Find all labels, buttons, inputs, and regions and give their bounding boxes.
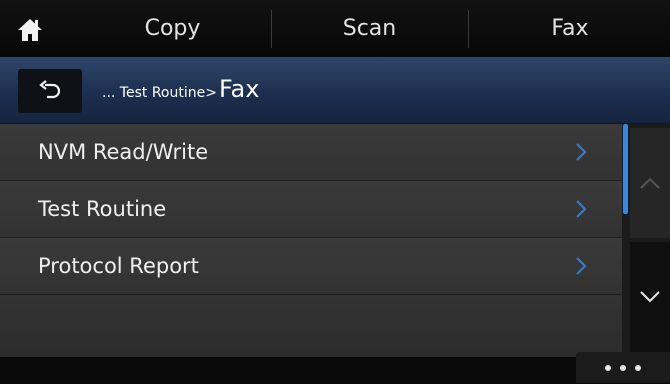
list-item-label: Protocol Report bbox=[38, 254, 199, 278]
menu-list: NVM Read/Write Test Routine Protocol Rep… bbox=[0, 124, 622, 356]
list-item-label: NVM Read/Write bbox=[38, 140, 209, 164]
top-tab-bar: Copy Scan Fax bbox=[0, 0, 670, 58]
scroll-down-button[interactable] bbox=[630, 242, 670, 352]
more-dots-icon bbox=[605, 364, 611, 371]
list-item-protocol-report[interactable]: Protocol Report bbox=[0, 238, 622, 295]
breadcrumb: ... Test Routine> Fax bbox=[102, 75, 259, 103]
back-arrow-icon bbox=[39, 80, 61, 99]
chevron-right-icon bbox=[576, 143, 587, 161]
bottom-bar bbox=[0, 356, 670, 384]
tab-copy[interactable]: Copy bbox=[75, 0, 270, 57]
page-title: Fax bbox=[218, 75, 260, 103]
device-screen: Copy Scan Fax ... Test Routine> Fax NVM … bbox=[0, 0, 670, 384]
chevron-down-icon bbox=[640, 291, 660, 303]
list-item-nvm-read-write[interactable]: NVM Read/Write bbox=[0, 124, 622, 181]
more-dots-icon bbox=[635, 364, 641, 371]
tab-copy-label: Copy bbox=[144, 16, 201, 41]
list-item-label: Test Routine bbox=[38, 197, 167, 221]
chevron-up-icon bbox=[640, 177, 660, 189]
tab-fax-label: Fax bbox=[551, 16, 589, 41]
tab-divider bbox=[468, 10, 469, 48]
home-button[interactable] bbox=[8, 8, 52, 52]
list-item-test-routine[interactable]: Test Routine bbox=[0, 181, 622, 238]
scroll-up-button[interactable] bbox=[630, 128, 670, 238]
more-options-button[interactable] bbox=[576, 352, 670, 383]
list-item-empty bbox=[0, 295, 622, 356]
tab-fax[interactable]: Fax bbox=[470, 0, 670, 57]
more-dots-icon bbox=[620, 364, 626, 371]
tab-scan-label: Scan bbox=[342, 16, 397, 41]
breadcrumb-path: ... Test Routine> bbox=[102, 85, 217, 101]
chevron-right-icon bbox=[576, 257, 587, 275]
home-icon bbox=[18, 19, 42, 41]
tab-scan[interactable]: Scan bbox=[272, 0, 467, 57]
back-button[interactable] bbox=[18, 69, 82, 113]
scrollbar-thumb[interactable] bbox=[623, 124, 628, 214]
chevron-right-icon bbox=[576, 200, 587, 218]
title-bar: ... Test Routine> Fax bbox=[0, 57, 670, 124]
